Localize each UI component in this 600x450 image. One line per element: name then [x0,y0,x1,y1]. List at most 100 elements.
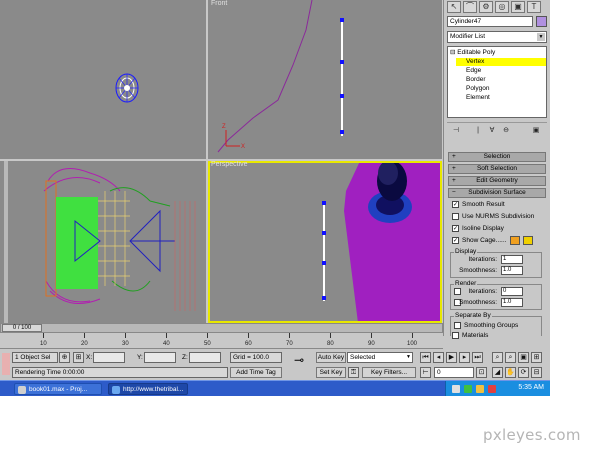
tick-label: 50 [204,341,211,347]
create-tab-icon[interactable]: ↖ [447,1,461,13]
key-icon[interactable]: ⊸ [294,354,304,366]
zoom-icon[interactable]: ⌕ [492,352,503,363]
object-name-field[interactable]: Cylinder47 [447,16,533,27]
viewport-top-left[interactable] [0,0,206,159]
set-key-button[interactable]: Set Key [316,367,346,378]
next-frame-icon[interactable]: ▸ [459,352,470,363]
tray-icon-1[interactable] [452,385,460,393]
stack-toolbar: ⊣ | ∀ ⊖ ▣ [447,122,547,136]
time-slider[interactable]: 0 / 100 [0,323,443,333]
cage-color-swatch-1[interactable] [510,236,520,245]
absolute-mode-icon[interactable]: ⊞ [73,352,84,363]
stack-item-polygon[interactable]: Polygon [466,85,490,93]
tick-label: 40 [163,341,170,347]
taskbar-item-browser[interactable]: http://www.thetribal... [108,383,188,395]
display-smoothness-input[interactable]: 1.0 [501,266,523,275]
stack-item-edge[interactable]: Edge [466,67,481,75]
field-of-view-icon[interactable]: ◢ [492,367,503,378]
motion-tab-icon[interactable]: ◎ [495,1,509,13]
tray-icon-4[interactable] [488,385,496,393]
pan-icon[interactable]: ✋ [505,367,516,378]
lock-selection-icon[interactable]: ⊕ [59,352,70,363]
modifier-stack: ⊟ Editable Poly Vertex Edge Border Polyg… [447,46,547,118]
viewport-perspective-canvas [322,161,442,323]
viewport-front[interactable]: Front Z X [208,0,442,159]
display-iterations-input[interactable]: 1 [501,255,523,264]
materials-checkbox[interactable]: Materials [452,332,488,340]
track-bar[interactable]: 10 20 30 40 50 60 70 80 90 100 [0,333,443,349]
x-coordinate-field[interactable] [93,352,125,363]
maximize-viewport-icon[interactable]: ⊟ [531,367,542,378]
play-icon[interactable]: ▶ [446,352,457,363]
previous-frame-icon[interactable]: ◂ [433,352,444,363]
browser-icon [112,386,120,394]
key-filters-button[interactable]: Key Filters... [362,367,416,378]
taskbar-item-max[interactable]: book01.max - Proj... [14,383,102,395]
chevron-down-icon: ▼ [406,354,411,360]
remove-modifier-icon[interactable]: ⊖ [501,126,511,135]
viewport-left[interactable] [0,161,206,323]
rollout-soft-selection[interactable]: + Soft Selection [448,164,546,174]
modifier-list-dropdown[interactable]: Modifier List ▼ [447,31,547,43]
set-key-icon[interactable]: ⚿ [348,367,359,378]
auto-key-button[interactable]: Auto Key [316,352,346,363]
hierarchy-tab-icon[interactable]: ⚙ [479,1,493,13]
nurms-checkbox[interactable]: Use NURMS Subdivision [452,213,534,221]
current-frame-field[interactable]: 0 [434,367,474,378]
smooth-result-checkbox[interactable]: ✓ Smooth Result [452,201,505,209]
time-config-icon[interactable]: ⊡ [476,367,487,378]
object-color-swatch[interactable] [536,16,547,27]
isoline-checkbox[interactable]: ✓ Isoline Display [452,225,504,233]
render-iterations-input[interactable]: 0 [501,287,523,296]
tick-label: 30 [122,341,129,347]
display-tab-icon[interactable]: ▣ [511,1,525,13]
make-unique-icon[interactable]: ∀ [487,126,497,135]
smoothing-groups-checkbox[interactable]: Smoothing Groups [454,322,518,330]
stack-item-editable-poly[interactable]: ⊟ Editable Poly [450,49,495,57]
z-label: Z: [182,354,188,361]
pin-stack-icon[interactable]: ⊣ [451,126,461,135]
maxscript-mini-listener[interactable] [2,353,10,375]
configure-sets-icon[interactable]: ▣ [531,126,541,135]
viewport-perspective[interactable]: Perspective [208,161,442,323]
go-to-end-icon[interactable]: ⏭ [472,352,483,363]
tray-icon-3[interactable] [476,385,484,393]
show-cage-checkbox[interactable]: ✓ Show Cage...... [452,237,506,245]
add-time-tag-button[interactable]: Add Time Tag [230,367,282,378]
chevron-down-icon: ▼ [537,33,545,41]
z-coordinate-field[interactable] [189,352,221,363]
go-to-start-icon[interactable]: ⏮ [420,352,431,363]
rollout-edit-geometry[interactable]: + Edit Geometry [448,176,546,186]
selected-dropdown[interactable]: Selected ▼ [347,352,413,363]
tick-label: 60 [245,341,252,347]
display-iterations-label: Iterations: [468,256,497,263]
zoom-extents-icon[interactable]: ▣ [518,352,529,363]
tick-label: 80 [327,341,334,347]
svg-text:Z: Z [222,124,226,130]
cage-color-swatch-2[interactable] [523,236,533,245]
zoom-extents-all-icon[interactable]: ⊞ [531,352,542,363]
tick-label: 70 [286,341,293,347]
system-tray: 5:35 AM [445,381,550,396]
key-mode-icon[interactable]: ⊢ [420,367,431,378]
render-smoothness-input[interactable]: 1.0 [501,298,523,307]
modify-tab-icon[interactable]: ⌒ [463,1,477,13]
zoom-all-icon[interactable]: ⌕ [505,352,516,363]
max-window: Front Z X Perspective ↖ ⌒ ⚙ ◎ ▣ T Cylind… [0,0,550,396]
time-slider-thumb[interactable]: 0 / 100 [2,324,42,332]
rollout-selection[interactable]: + Selection [448,152,546,162]
display-smoothness-label: Smoothness: [459,267,497,274]
orbit-icon[interactable]: ⟳ [518,367,529,378]
tick-label: 100 [407,341,418,347]
stack-item-vertex[interactable]: Vertex [456,58,546,66]
stack-item-element[interactable]: Element [466,94,490,102]
tray-icon-2[interactable] [464,385,472,393]
show-end-result-icon[interactable]: | [473,126,483,135]
tick-label: 90 [368,341,375,347]
render-iterations-label: Iterations: [468,288,497,295]
stack-item-border[interactable]: Border [466,76,486,84]
utilities-tab-icon[interactable]: T [527,1,541,13]
tick-label: 10 [40,341,47,347]
y-coordinate-field[interactable] [144,352,176,363]
rollout-subdivision-surface[interactable]: − Subdivision Surface [448,188,546,198]
